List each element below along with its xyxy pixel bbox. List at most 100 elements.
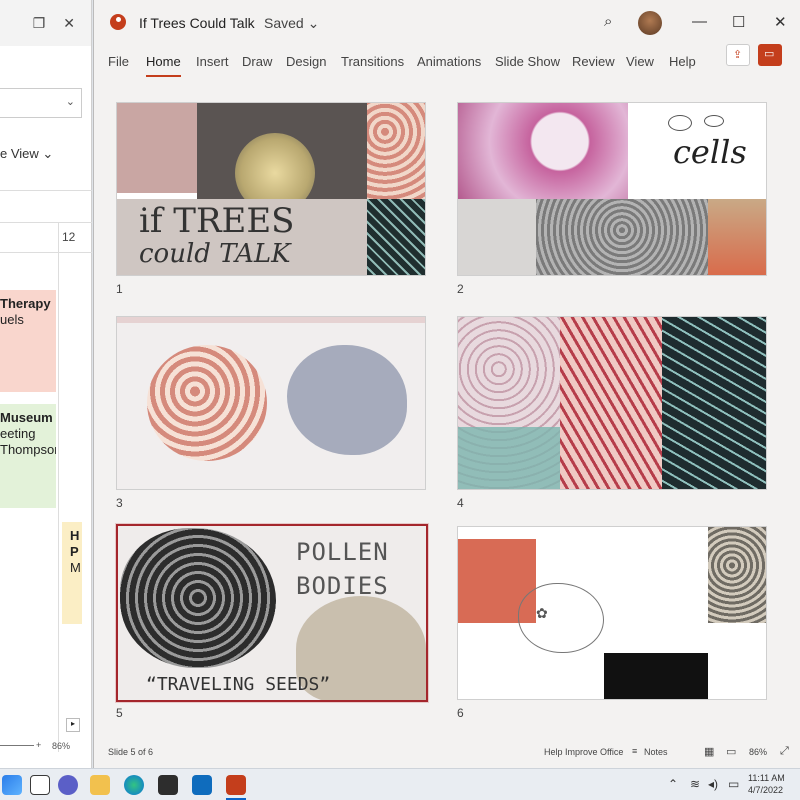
calendar-event-museum[interactable]: Museum eeting Thompson [0,404,56,508]
slide-thumbnail-1[interactable]: if TREES could TALK [116,102,426,276]
chevron-down-icon: ⌄ [65,96,75,108]
reading-view-icon[interactable]: ▭ [726,745,736,758]
chevron-down-icon: ⌄ [42,146,54,161]
notes-icon[interactable]: ≡ [632,746,637,756]
slide-number: 1 [116,282,123,296]
slide-title: POLLEN [296,538,389,566]
slide-thumbnail-5[interactable]: POLLEN BODIES “TRAVELING SEEDS” [116,524,428,702]
tab-animations[interactable]: Animations [417,54,481,69]
zoom-level: 86% [52,741,71,751]
document-title[interactable]: If Trees Could Talk [139,15,255,31]
saved-status[interactable]: Saved ⌄ [264,15,319,32]
scroll-right-icon[interactable]: ▸ [66,718,80,732]
edge-icon[interactable] [124,775,144,795]
slide-title: if TREES [139,201,295,241]
calendar-view-selector[interactable]: e View ⌄ [0,146,53,162]
slide-image [458,199,536,275]
event-title: Museum [0,410,53,425]
saved-label: Saved [264,15,304,31]
slide-thumbnail-3[interactable] [116,316,426,490]
tab-transitions[interactable]: Transitions [341,54,404,69]
tab-draw[interactable]: Draw [242,54,272,69]
ribbon-tabs: File Home Insert Draw Design Transitions… [94,46,800,77]
slide-number: 3 [116,496,123,510]
task-view-icon[interactable] [30,775,50,795]
event-title: Therapy [0,296,51,311]
fit-to-window-icon[interactable]: ⤢ [780,745,789,758]
taskbar: ⌃ ≋ ◂) ▭ 11:11 AM 4/7/2022 [0,768,800,800]
event-line: H [70,528,80,543]
tab-help[interactable]: Help [669,54,696,69]
chat-icon[interactable] [58,775,78,795]
close-icon[interactable]: ✕ [63,15,75,32]
share-icon: ⇪ [733,49,743,61]
maximize-icon[interactable]: ☐ [732,13,745,31]
calendar-dropdown[interactable]: ⌄ [0,88,82,118]
wifi-icon[interactable]: ≋ [690,777,700,791]
slide-counter: Slide 5 of 6 [108,747,154,757]
screen: ❐ ✕ ⌄ e View ⌄ 12 Therapy uels Museum ee… [0,0,800,800]
outlook-icon[interactable] [192,775,212,795]
slide-thumbnail-6[interactable]: ✿ [457,526,767,700]
slide-thumbnail-4[interactable] [457,316,767,490]
volume-icon[interactable]: ◂) [708,777,718,791]
slide-image [458,103,628,199]
close-icon[interactable]: ✕ [774,13,787,31]
slide-image [120,528,276,668]
clock-time[interactable]: 11:11 AM [748,773,785,783]
tab-home[interactable]: Home [146,54,181,77]
minimize-icon[interactable]: — [692,13,707,30]
start-icon[interactable] [2,775,22,795]
help-improve-link[interactable]: Help Improve Office [544,747,623,757]
slide-subtitle: “TRAVELING SEEDS” [146,674,331,695]
divider [0,252,92,253]
calendar-event-therapy[interactable]: Therapy uels [0,290,56,392]
slide-image [287,345,407,455]
chevron-down-icon: ⌄ [307,15,320,31]
tab-design[interactable]: Design [286,54,326,69]
slide-image [367,199,425,275]
status-bar: Slide 5 of 6 Help Improve Office ≡ Notes… [94,742,800,764]
event-line: P [70,544,79,559]
slide-number: 5 [116,706,123,720]
slide-sorter: if TREES could TALK 1 cells 2 3 4 POLLEN… [94,82,800,742]
search-icon[interactable]: ⌕ [604,13,612,30]
zoom-in-icon[interactable]: + [36,740,41,750]
slide-image [458,427,560,489]
zoom-level[interactable]: 86% [749,747,767,757]
tab-file[interactable]: File [108,54,129,69]
slide-thumbnail-2[interactable]: cells [457,102,767,276]
powerpoint-icon[interactable] [226,775,246,795]
store-icon[interactable] [158,775,178,795]
powerpoint-logo-icon [110,14,126,30]
calendar-event-partial[interactable]: H P M [62,522,82,624]
restore-icon[interactable]: ❐ [33,15,46,32]
grid-view-icon[interactable]: ▦ [704,745,714,758]
slide-band [117,317,425,323]
event-subtitle: uels [0,312,24,327]
file-explorer-icon[interactable] [90,775,110,795]
zoom-slider[interactable] [0,745,34,746]
clock-date[interactable]: 4/7/2022 [748,785,783,795]
tab-review[interactable]: Review [572,54,615,69]
calendar-titlebar: ❐ ✕ [0,0,91,46]
flower-doodle-icon: ✿ [536,605,548,621]
battery-icon[interactable]: ▭ [728,777,739,791]
tab-insert[interactable]: Insert [196,54,229,69]
slide-title: cells [673,133,747,171]
tab-slide-show[interactable]: Slide Show [495,54,560,69]
event-line: Thompson [0,442,56,457]
notes-button[interactable]: Notes [644,747,668,757]
event-line: M [70,560,81,575]
comment-icon: ▭ [764,48,775,60]
tab-view[interactable]: View [626,54,654,69]
slide-number: 4 [457,496,464,510]
slide-title: could TALK [139,239,291,269]
slide-image [536,199,708,275]
calendar-window: ❐ ✕ ⌄ e View ⌄ 12 Therapy uels Museum ee… [0,0,92,768]
calendar-view-label: e View [0,146,39,161]
avatar[interactable] [638,11,662,35]
comments-button[interactable]: ▭ [758,44,782,66]
share-button[interactable]: ⇪ [726,44,750,66]
chevron-up-icon[interactable]: ⌃ [668,777,678,791]
